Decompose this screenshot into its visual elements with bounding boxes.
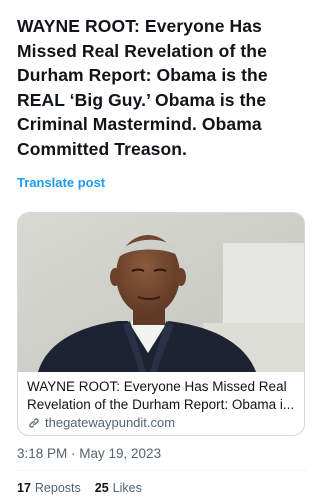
reposts-label: Reposts <box>34 481 81 495</box>
reposts-count: 17 <box>17 481 31 495</box>
link-preview-image <box>18 213 304 372</box>
link-preview-domain: thegatewaypundit.com <box>45 415 176 430</box>
translate-post-link[interactable]: Translate post <box>17 175 105 190</box>
link-preview-body: WAYNE ROOT: Everyone Has Missed Real Rev… <box>18 372 304 430</box>
link-preview-domain-row: thegatewaypundit.com <box>27 415 295 430</box>
likes-label: Likes <box>112 481 142 495</box>
link-icon <box>29 417 39 428</box>
link-preview-card[interactable]: WAYNE ROOT: Everyone Has Missed Real Rev… <box>17 212 305 436</box>
engagement-stats: 17 Reposts 25 Likes <box>17 481 142 495</box>
link-preview-title: WAYNE ROOT: Everyone Has Missed Real Rev… <box>27 379 295 412</box>
likes-count: 25 <box>94 481 109 495</box>
post-timestamp[interactable]: 3:18 PM · May 19, 2023 <box>17 446 161 461</box>
reposts-stat[interactable]: 17 Reposts <box>17 481 81 495</box>
post-text: WAYNE ROOT: Everyone Has Missed Real Rev… <box>17 16 268 159</box>
likes-stat[interactable]: 25 Likes <box>95 481 142 495</box>
divider <box>17 470 306 471</box>
